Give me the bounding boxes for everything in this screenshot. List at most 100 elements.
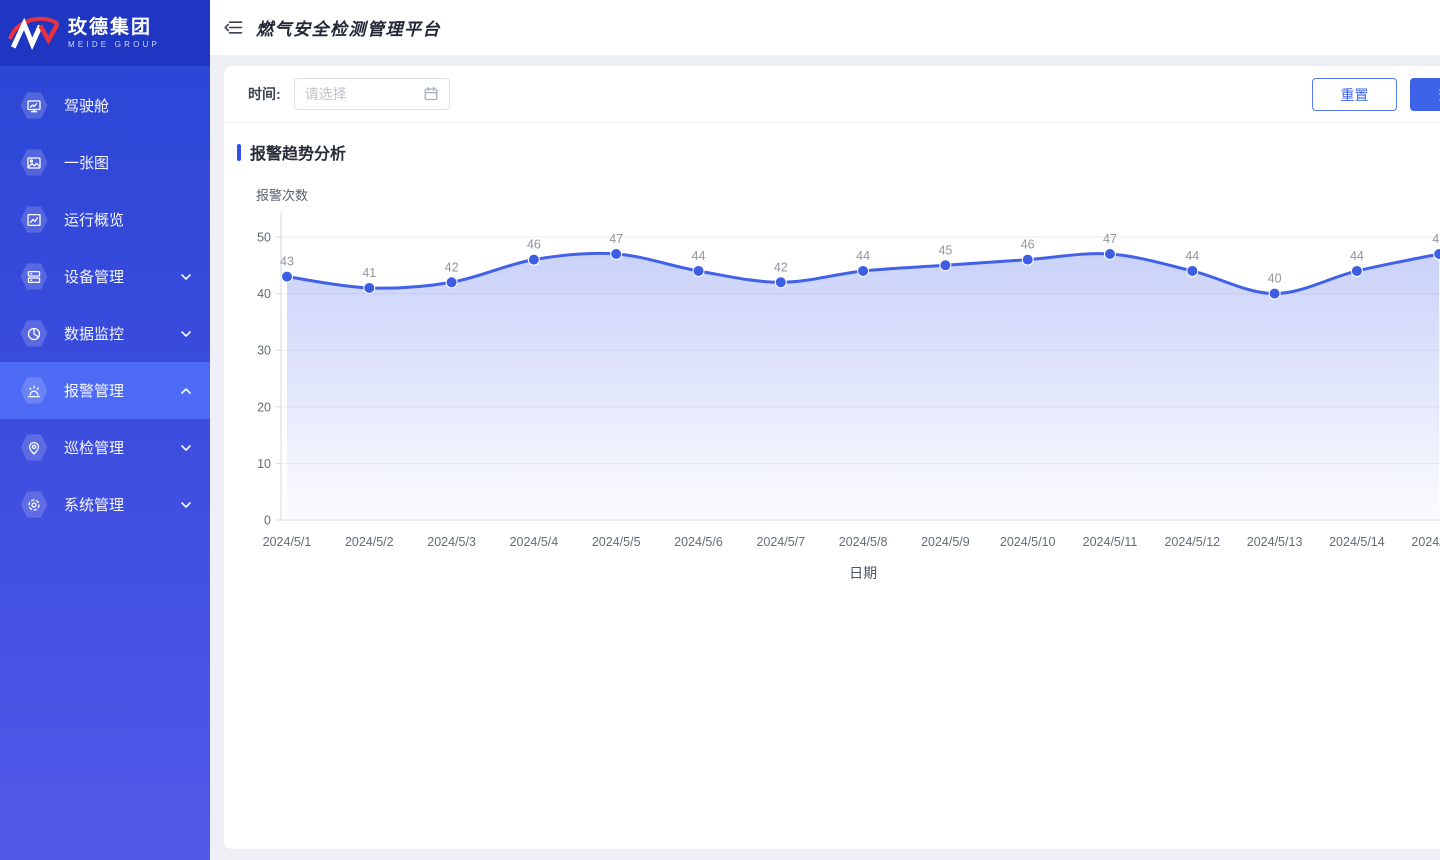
svg-text:10: 10 <box>257 457 271 471</box>
sidebar-item-label: 报警管理 <box>64 380 124 401</box>
time-placeholder: 请选择 <box>305 84 347 104</box>
location-icon <box>20 434 48 462</box>
time-picker-input[interactable]: 请选择 <box>294 78 450 110</box>
chevron-down-icon <box>180 442 192 454</box>
logo-mark-icon <box>6 12 62 54</box>
sidebar-item-inspection[interactable]: 巡检管理 <box>0 419 210 476</box>
svg-text:40: 40 <box>1268 272 1282 286</box>
line-chart-canvas: 01020304050432024/5/1412024/5/2422024/5/… <box>224 200 1440 620</box>
map-icon <box>20 149 48 177</box>
sidebar-item-map[interactable]: 一张图 <box>0 134 210 191</box>
svg-text:0: 0 <box>264 514 271 528</box>
data-point[interactable] <box>775 277 786 288</box>
sidebar-item-label: 运行概览 <box>64 209 124 230</box>
x-tick-label: 2024/5/2 <box>345 535 394 549</box>
x-tick-label: 2024/5/11 <box>1083 535 1138 549</box>
sidebar-item-data[interactable]: 数据监控 <box>0 305 210 362</box>
svg-text:42: 42 <box>445 260 459 274</box>
x-axis-title: 日期 <box>849 565 877 581</box>
x-tick-label: 2024/5/10 <box>1000 535 1056 549</box>
x-tick-label: 2024/5/5 <box>592 535 641 549</box>
chevron-up-icon <box>180 385 192 397</box>
pie-icon <box>20 320 48 348</box>
data-point[interactable] <box>1022 254 1033 265</box>
sidebar-item-label: 一张图 <box>64 152 109 173</box>
logo-subtitle: MEIDE GROUP <box>68 40 160 49</box>
svg-text:46: 46 <box>1021 238 1035 252</box>
sidebar-item-label: 驾驶舱 <box>64 95 109 116</box>
svg-text:43: 43 <box>280 255 294 269</box>
page-title: 燃气安全检测管理平台 <box>256 15 441 40</box>
logo-title: 玫德集团 <box>68 17 160 39</box>
sidebar-item-alarm[interactable]: 报警管理 <box>0 362 210 419</box>
sidebar: 玫德集团 MEIDE GROUP 驾驶舱 一张图 运行概览 设备管理 数据监控 <box>0 0 210 860</box>
sidebar-item-system[interactable]: 系统管理 <box>0 476 210 533</box>
x-tick-label: 2024/5/6 <box>674 535 723 549</box>
collapse-sidebar-icon[interactable] <box>224 19 243 36</box>
x-tick-label: 2024/5/15 <box>1411 535 1440 549</box>
svg-text:44: 44 <box>1185 249 1199 263</box>
svg-text:44: 44 <box>856 249 870 263</box>
svg-text:50: 50 <box>257 231 271 245</box>
main-card: 时间: 请选择 重置 查询 报警趋势分析 报警次数 01020304050432… <box>224 66 1440 849</box>
svg-text:45: 45 <box>938 243 952 257</box>
svg-text:47: 47 <box>1432 232 1440 246</box>
data-point[interactable] <box>1269 288 1280 299</box>
sidebar-item-label: 系统管理 <box>64 494 124 515</box>
data-point[interactable] <box>364 282 375 293</box>
dashboard-icon <box>20 92 48 120</box>
svg-text:44: 44 <box>692 249 706 263</box>
chevron-down-icon <box>180 499 192 511</box>
svg-text:44: 44 <box>1350 249 1364 263</box>
data-point[interactable] <box>693 265 704 276</box>
data-point[interactable] <box>1351 265 1362 276</box>
logo-text: 玫德集团 MEIDE GROUP <box>68 17 160 50</box>
logo: 玫德集团 MEIDE GROUP <box>0 0 210 66</box>
alarm-trend-chart: 报警次数 01020304050432024/5/1412024/5/24220… <box>224 166 1440 726</box>
content: 时间: 请选择 重置 查询 报警趋势分析 报警次数 01020304050432… <box>210 55 1440 860</box>
data-point[interactable] <box>1434 248 1440 259</box>
x-tick-label: 2024/5/12 <box>1164 535 1220 549</box>
chevron-down-icon <box>180 328 192 340</box>
sidebar-item-label: 设备管理 <box>64 266 124 287</box>
filter-bar: 时间: 请选择 重置 查询 <box>224 66 1440 123</box>
x-tick-label: 2024/5/8 <box>839 535 888 549</box>
data-point[interactable] <box>858 265 869 276</box>
svg-text:47: 47 <box>1103 232 1117 246</box>
data-point[interactable] <box>940 260 951 271</box>
sidebar-item-cockpit[interactable]: 驾驶舱 <box>0 77 210 134</box>
data-point[interactable] <box>1105 248 1116 259</box>
sidebar-item-overview[interactable]: 运行概览 <box>0 191 210 248</box>
x-tick-label: 2024/5/3 <box>427 535 476 549</box>
data-point[interactable] <box>1187 265 1198 276</box>
topbar: 燃气安全检测管理平台 <box>210 0 1440 55</box>
reset-button[interactable]: 重置 <box>1312 78 1397 111</box>
chevron-down-icon <box>180 271 192 283</box>
query-button[interactable]: 查询 <box>1410 78 1440 111</box>
section-accent-bar <box>237 144 241 161</box>
data-point[interactable] <box>528 254 539 265</box>
alarm-icon <box>20 377 48 405</box>
svg-text:42: 42 <box>774 260 788 274</box>
calendar-icon[interactable] <box>423 86 439 102</box>
sidebar-item-device[interactable]: 设备管理 <box>0 248 210 305</box>
svg-text:40: 40 <box>257 287 271 301</box>
x-tick-label: 2024/5/14 <box>1329 535 1385 549</box>
time-label: 时间: <box>248 84 281 104</box>
gear-icon <box>20 491 48 519</box>
overview-icon <box>20 206 48 234</box>
data-point[interactable] <box>446 277 457 288</box>
sidebar-item-label: 巡检管理 <box>64 437 124 458</box>
x-tick-label: 2024/5/4 <box>510 535 559 549</box>
svg-text:41: 41 <box>362 266 376 280</box>
sidebar-menu: 驾驶舱 一张图 运行概览 设备管理 数据监控 报警管理 <box>0 66 210 533</box>
x-tick-label: 2024/5/1 <box>263 535 312 549</box>
x-tick-label: 2024/5/9 <box>921 535 970 549</box>
x-tick-label: 2024/5/7 <box>756 535 805 549</box>
section-title: 报警趋势分析 <box>250 140 346 164</box>
data-point[interactable] <box>611 248 622 259</box>
section-header: 报警趋势分析 <box>224 123 1440 164</box>
svg-text:47: 47 <box>609 232 623 246</box>
svg-text:20: 20 <box>257 400 271 414</box>
data-point[interactable] <box>282 271 293 282</box>
